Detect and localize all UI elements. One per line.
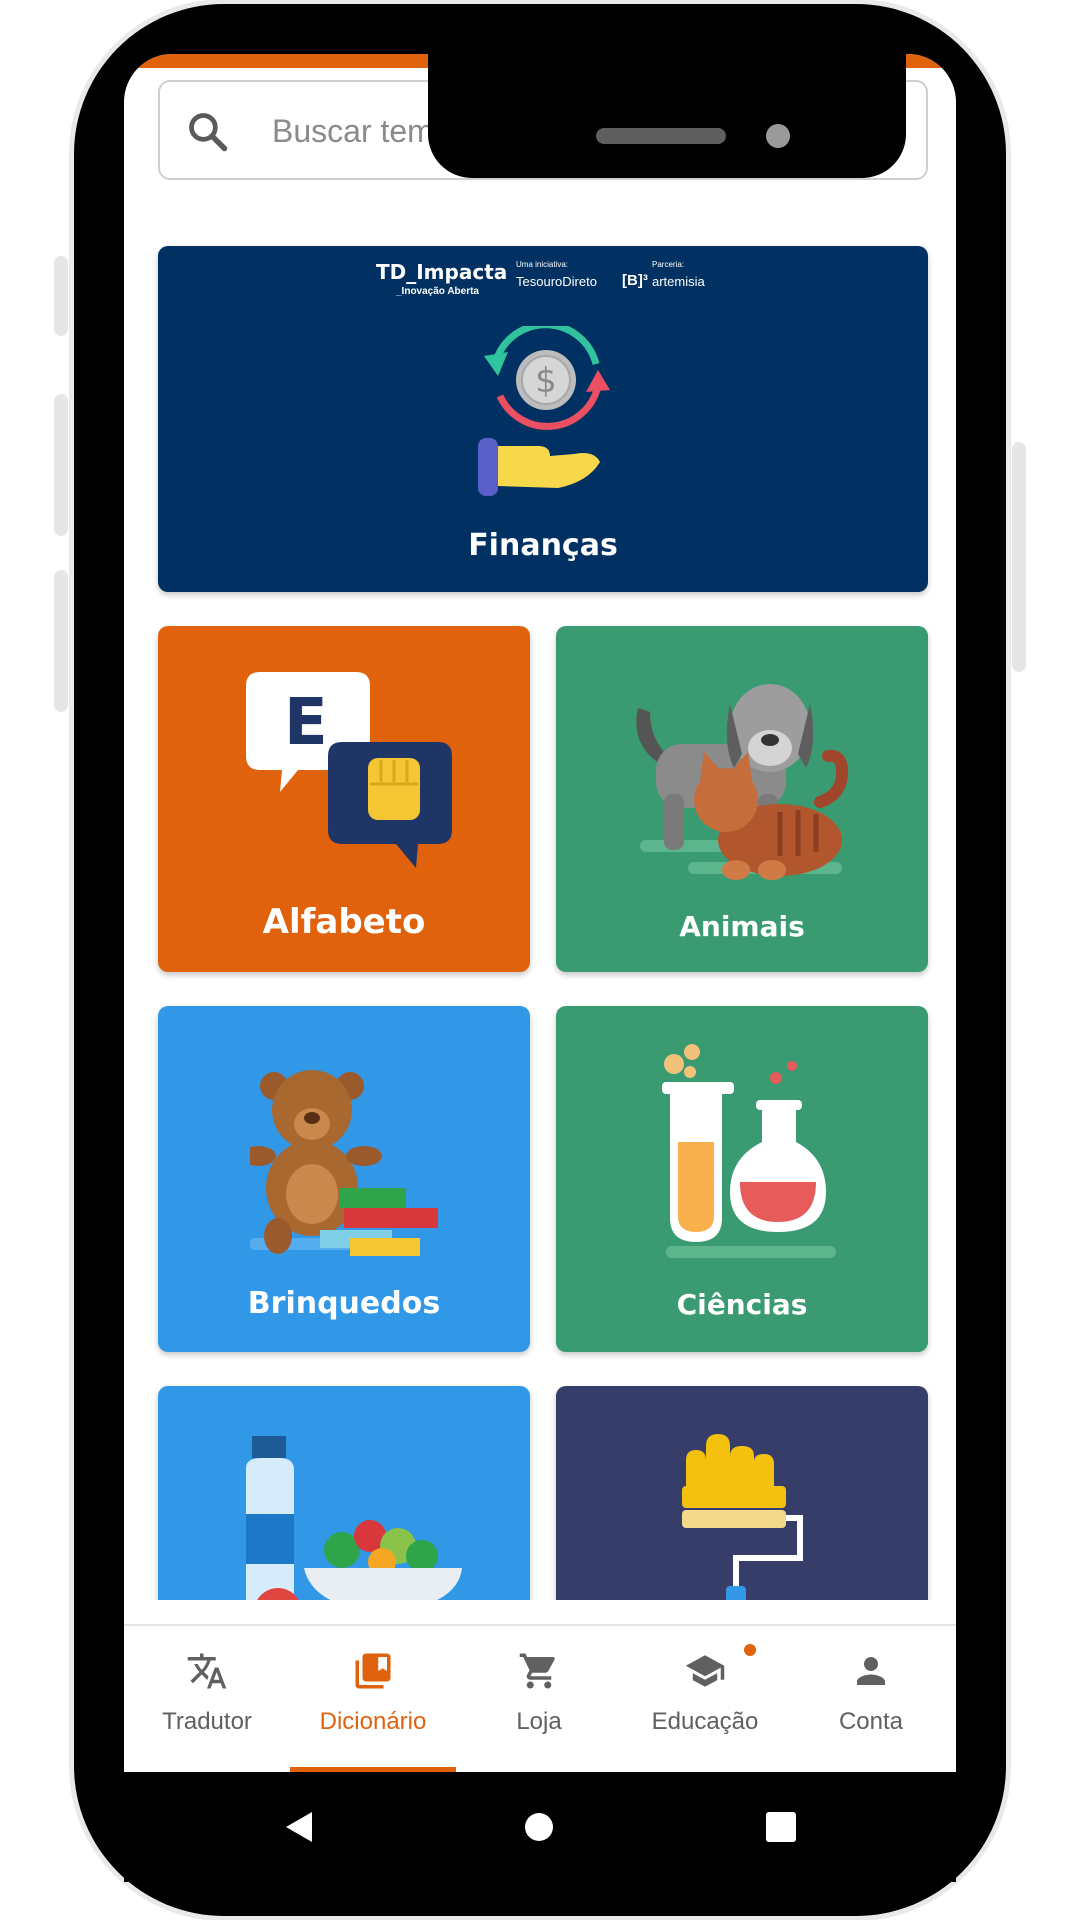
- bottom-navigation: Tradutor Dicionário Loja Educação Conta: [124, 1624, 956, 1772]
- partner-label: Parceria:: [652, 260, 685, 269]
- td-impacta-subtitle: _Inovação Aberta: [396, 286, 479, 297]
- b3-logo: [B]³: [622, 272, 648, 289]
- paint-roller-icon: [682, 1434, 803, 1616]
- td-impacta-logo: TD_Impacta: [376, 260, 508, 284]
- phone-side-button: [54, 256, 68, 336]
- card-brinquedos[interactable]: Brinquedos: [158, 1006, 530, 1352]
- card-animais[interactable]: Animais: [556, 626, 928, 972]
- scroll-edge: [124, 1600, 956, 1624]
- nav-tradutor[interactable]: Tradutor: [124, 1626, 290, 1772]
- nav-label: Conta: [838, 1708, 904, 1735]
- system-navigation-bar: [124, 1772, 956, 1882]
- card-title: Alfabeto: [262, 902, 426, 942]
- card-ciencias[interactable]: Ciências: [556, 1006, 928, 1352]
- food-bowl-icon: [246, 1436, 462, 1616]
- initiative-label: Uma iniciativa:: [516, 260, 569, 269]
- phone-notch: [428, 54, 906, 178]
- nav-label: Dicionário: [319, 1708, 427, 1735]
- nav-loja[interactable]: Loja: [456, 1626, 622, 1772]
- svg-text:$: $: [535, 361, 557, 401]
- nav-label: Loja: [516, 1708, 562, 1735]
- teddy-bear-icon: [250, 1070, 438, 1256]
- phone-speaker: [596, 128, 726, 144]
- nav-educacao[interactable]: Educação: [622, 1626, 788, 1772]
- translate-icon: [187, 1653, 227, 1689]
- phone-volume-up-button: [54, 394, 68, 536]
- artemisia-logo: artemisia: [652, 274, 705, 289]
- library-book-icon: [355, 1653, 391, 1689]
- notification-dot: [744, 1644, 756, 1656]
- phone-volume-down-button: [54, 570, 68, 712]
- speech-bubbles-icon: E: [246, 672, 452, 868]
- search-icon: [189, 113, 228, 152]
- card-title: Finanças: [468, 528, 618, 563]
- nav-label: Tradutor: [162, 1708, 252, 1735]
- card-alfabeto[interactable]: E Alfabeto: [158, 626, 530, 972]
- app-screen: TD_Impacta _Inovação Aberta Uma iniciati…: [124, 54, 956, 1772]
- card-title: Animais: [679, 910, 805, 943]
- graduation-cap-icon: [685, 1655, 725, 1687]
- money-hand-icon: $: [478, 326, 610, 496]
- svg-text:E: E: [284, 686, 328, 760]
- dog-and-cat-icon: [636, 684, 849, 880]
- tesouro-direto-logo: TesouroDireto: [516, 274, 597, 289]
- phone-power-button: [1012, 442, 1026, 672]
- nav-conta[interactable]: Conta: [788, 1626, 954, 1772]
- test-tubes-icon: [662, 1044, 836, 1258]
- home-circle-icon[interactable]: [524, 1812, 554, 1842]
- phone-camera: [766, 124, 790, 148]
- nav-label: Educação: [651, 1708, 759, 1735]
- card-financas[interactable]: TD_Impacta _Inovação Aberta Uma iniciati…: [158, 246, 928, 592]
- back-triangle-icon[interactable]: [284, 1810, 314, 1844]
- nav-dicionario[interactable]: Dicionário: [290, 1626, 456, 1772]
- cart-icon: [519, 1653, 555, 1689]
- card-title: Ciências: [676, 1288, 808, 1321]
- card-title: Brinquedos: [247, 1286, 441, 1321]
- recents-square-icon[interactable]: [766, 1812, 796, 1842]
- person-icon: [857, 1657, 885, 1685]
- sponsor-logos: TD_Impacta _Inovação Aberta Uma iniciati…: [158, 260, 928, 308]
